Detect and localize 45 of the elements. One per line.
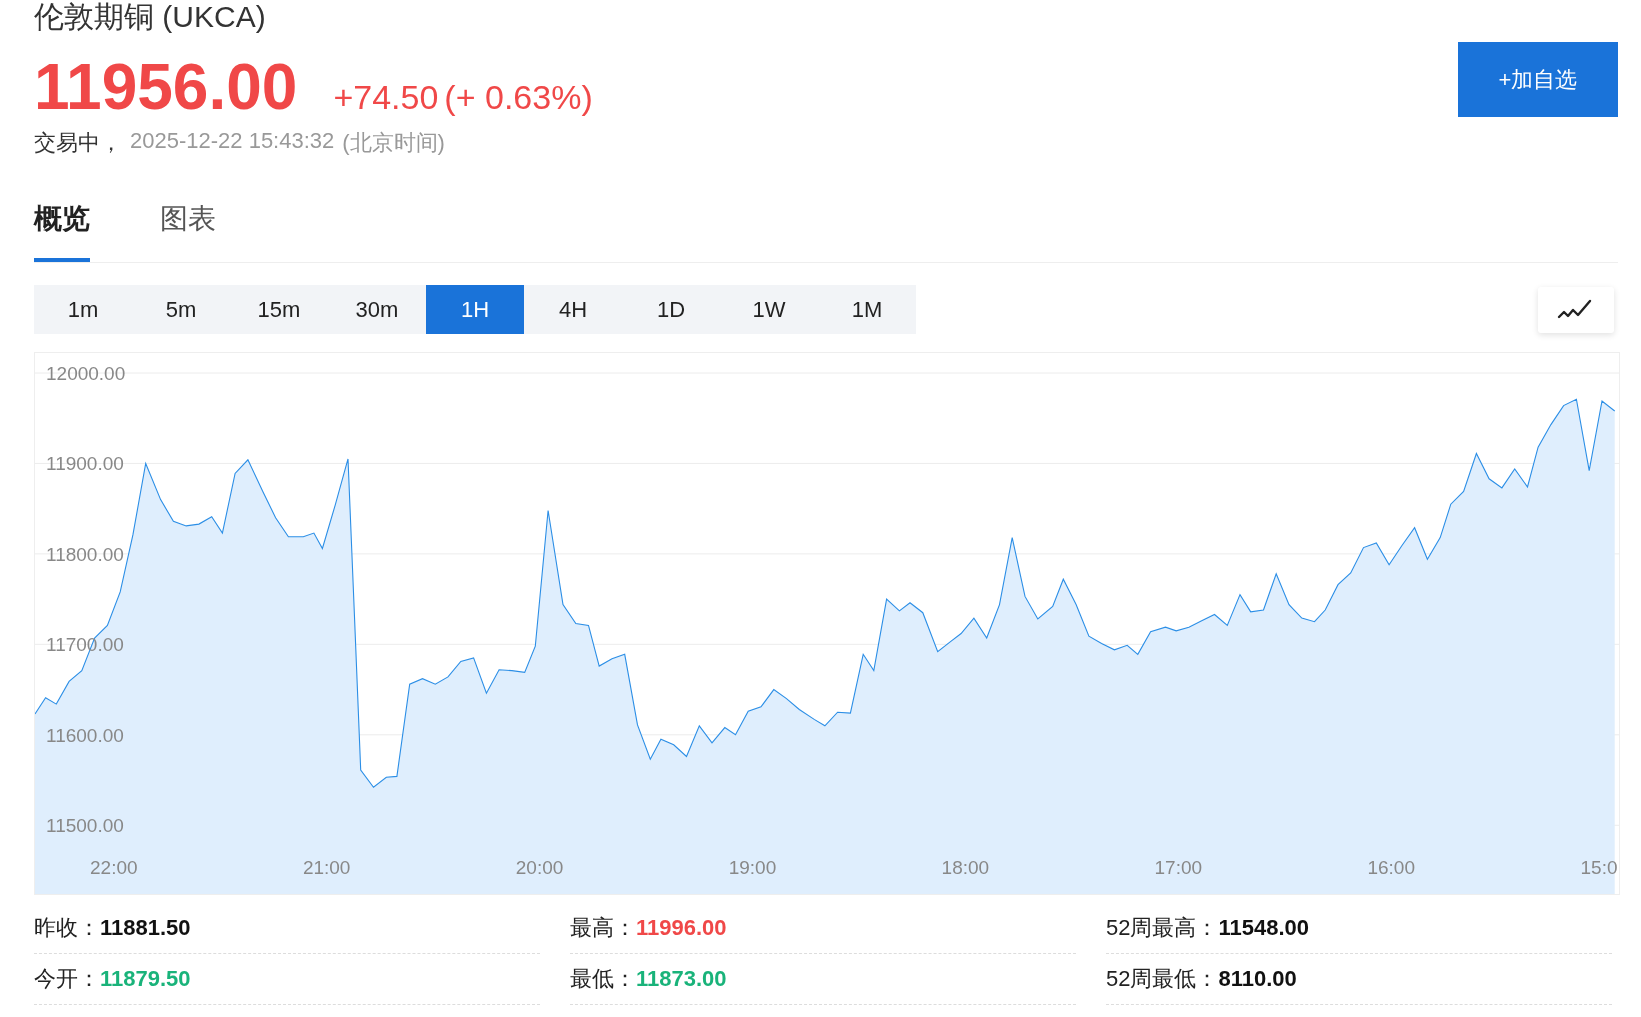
period-button[interactable]: 1H: [426, 285, 524, 334]
stat-value: 11881.50: [100, 915, 191, 941]
tab[interactable]: 概览: [34, 200, 90, 262]
period-button[interactable]: 15m: [230, 285, 328, 334]
x-axis-label: 19:00: [728, 857, 777, 878]
instrument-title: 伦敦期铜 (UKCA): [34, 0, 267, 34]
x-axis-label: 22:00: [90, 857, 138, 878]
period-button[interactable]: 1m: [34, 285, 132, 334]
timestamp: 2025-12-22 15:43:32: [130, 128, 335, 155]
chart-type-button[interactable]: [1538, 286, 1614, 333]
x-axis-label: 18:00: [941, 857, 990, 878]
price-change: +74.50: [333, 78, 439, 117]
stat-value: 11879.50: [100, 966, 191, 992]
y-axis-label: 11500.00: [46, 815, 124, 837]
period-button[interactable]: 30m: [328, 285, 426, 334]
timezone: (北京时间): [342, 129, 445, 157]
y-axis-label: 12000.00: [46, 363, 126, 384]
x-axis-label: 17:00: [1154, 857, 1203, 878]
stat-label: 52周最高：: [1106, 914, 1219, 942]
add-watchlist-button[interactable]: +加自选: [1458, 42, 1618, 117]
stat-value: 11996.00: [636, 915, 727, 941]
x-axis-label: 15:0: [1580, 857, 1618, 878]
last-price: 11956.00: [34, 52, 298, 122]
stat-label: 最高：: [570, 914, 636, 942]
stat-label: 今开：: [34, 965, 100, 993]
y-axis-label: 11900.00: [46, 453, 124, 475]
period-button[interactable]: 5m: [132, 285, 230, 334]
period-button[interactable]: 1M: [818, 285, 916, 334]
x-axis-label: 20:00: [515, 857, 564, 878]
tab[interactable]: 图表: [160, 200, 216, 262]
x-axis-label: 16:00: [1367, 857, 1415, 878]
period-button[interactable]: 1W: [720, 285, 818, 334]
stat-label: 昨收：: [34, 914, 100, 942]
price-change-percent: (+ 0.63%): [444, 78, 593, 117]
stat-label: 52周最低：: [1106, 965, 1219, 993]
period-button[interactable]: 4H: [524, 285, 622, 334]
trading-status: 交易中，: [34, 129, 122, 157]
y-axis-label: 11600.00: [46, 724, 124, 746]
stat-value: 11548.00: [1218, 915, 1310, 941]
y-axis-label: 11800.00: [46, 543, 124, 565]
period-button[interactable]: 1D: [622, 285, 720, 334]
stat-label: 最低：: [570, 965, 636, 993]
stat-value: 8110.00: [1218, 966, 1297, 992]
stat-value: 11873.00: [636, 966, 727, 992]
x-axis-label: 21:00: [302, 857, 351, 878]
